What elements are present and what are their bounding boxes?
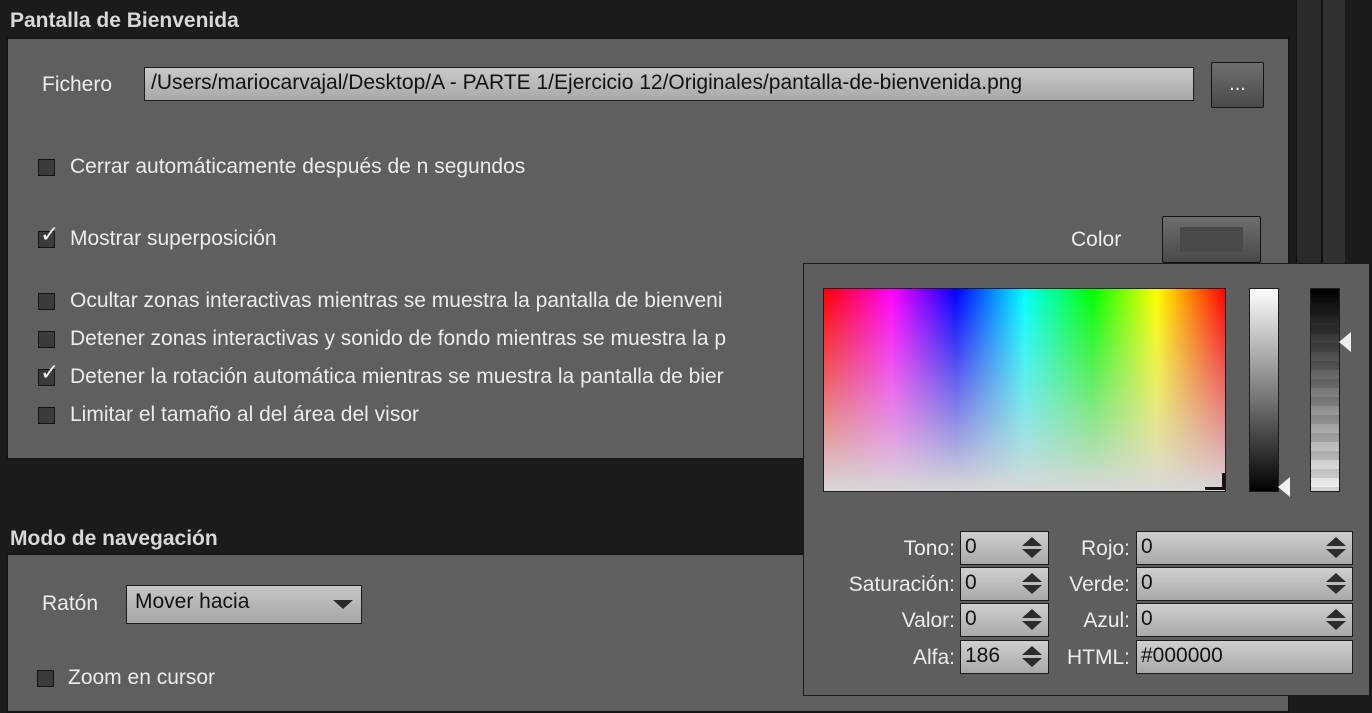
spinner-arrows-icon[interactable] xyxy=(1022,537,1042,559)
stop-autorotation-label: Detener la rotación automática mientras … xyxy=(70,365,724,388)
color-label: Color xyxy=(1071,228,1122,251)
zoom-cursor-label: Zoom en cursor xyxy=(68,666,216,689)
spectrum-crosshair-v xyxy=(1222,473,1225,490)
spinner-arrows-icon[interactable] xyxy=(1326,609,1346,631)
azul-value: 0 xyxy=(1141,607,1153,630)
stop-autorotation-checkbox[interactable]: ✓ xyxy=(38,362,59,386)
welcome-section-title: Pantalla de Bienvenida xyxy=(10,9,239,32)
value-slider[interactable] xyxy=(1249,288,1279,492)
spinner-arrows-icon[interactable] xyxy=(1022,609,1042,631)
stop-hotspots-sound-label: Detener zonas interactivas y sonido de f… xyxy=(70,327,727,350)
browse-button[interactable]: ... xyxy=(1211,62,1264,108)
spinner-arrows-icon[interactable] xyxy=(1326,573,1346,595)
verde-value: 0 xyxy=(1141,571,1153,594)
alpha-slider[interactable] xyxy=(1310,288,1340,492)
alfa-spinner[interactable]: 186 xyxy=(960,640,1049,674)
valor-label: Valor: xyxy=(901,609,955,632)
auto-close-checkbox[interactable] xyxy=(38,159,55,176)
color-picker-popup: Tono: 0 Saturación: 0 Valor: 0 Alfa: 186… xyxy=(803,263,1370,696)
verde-spinner[interactable]: 0 xyxy=(1136,567,1353,601)
tono-spinner[interactable]: 0 xyxy=(960,531,1049,565)
auto-close-label: Cerrar automáticamente después de n segu… xyxy=(70,155,526,178)
verde-label: Verde: xyxy=(1069,573,1130,596)
mouse-mode-value: Mover hacia xyxy=(135,590,250,613)
show-overlay-checkbox[interactable]: ✓ xyxy=(38,224,59,248)
file-label: Fichero xyxy=(42,73,113,96)
check-mark-icon: ✓ xyxy=(40,360,60,386)
hide-hotspots-checkbox[interactable] xyxy=(38,293,55,310)
spinner-arrows-icon[interactable] xyxy=(1326,537,1346,559)
stop-hotspots-sound-checkbox[interactable] xyxy=(38,331,55,348)
show-overlay-label: Mostrar superposición xyxy=(70,227,277,250)
value-slider-handle[interactable] xyxy=(1278,477,1290,497)
rojo-value: 0 xyxy=(1141,535,1153,558)
saturacion-label: Saturación: xyxy=(848,573,955,596)
html-field[interactable]: #000000 xyxy=(1136,640,1353,674)
rojo-spinner[interactable]: 0 xyxy=(1136,531,1353,565)
rojo-label: Rojo: xyxy=(1080,537,1130,560)
alfa-label: Alfa: xyxy=(912,646,955,669)
alpha-slider-handle[interactable] xyxy=(1339,332,1351,352)
limit-size-checkbox[interactable] xyxy=(38,407,55,424)
alfa-value: 186 xyxy=(965,644,1001,667)
spinner-arrows-icon[interactable] xyxy=(1022,646,1042,668)
html-label: HTML: xyxy=(1067,646,1130,669)
azul-label: Azul: xyxy=(1083,609,1130,632)
html-value: #000000 xyxy=(1141,644,1223,667)
azul-spinner[interactable]: 0 xyxy=(1136,603,1353,637)
dropdown-arrow-icon xyxy=(333,600,353,609)
color-spectrum[interactable] xyxy=(823,288,1226,492)
limit-size-label: Limitar el tamaño al del área del visor xyxy=(70,403,420,426)
file-path-field[interactable]: /Users/mariocarvajal/Desktop/A - PARTE 1… xyxy=(144,67,1194,101)
valor-spinner[interactable]: 0 xyxy=(960,603,1049,637)
tono-value: 0 xyxy=(965,535,977,558)
mouse-label: Ratón xyxy=(42,592,99,615)
valor-value: 0 xyxy=(965,607,977,630)
spinner-arrows-icon[interactable] xyxy=(1022,573,1042,595)
navigation-section-title: Modo de navegación xyxy=(10,527,218,550)
check-mark-icon: ✓ xyxy=(40,222,60,248)
zoom-cursor-checkbox[interactable] xyxy=(37,670,54,687)
saturacion-value: 0 xyxy=(965,571,977,594)
mouse-mode-select[interactable]: Mover hacia xyxy=(126,585,362,624)
tono-label: Tono: xyxy=(903,537,955,560)
color-swatch xyxy=(1180,227,1243,252)
hide-hotspots-label: Ocultar zonas interactivas mientras se m… xyxy=(70,289,723,312)
color-swatch-button[interactable] xyxy=(1162,216,1261,263)
saturacion-spinner[interactable]: 0 xyxy=(960,567,1049,601)
